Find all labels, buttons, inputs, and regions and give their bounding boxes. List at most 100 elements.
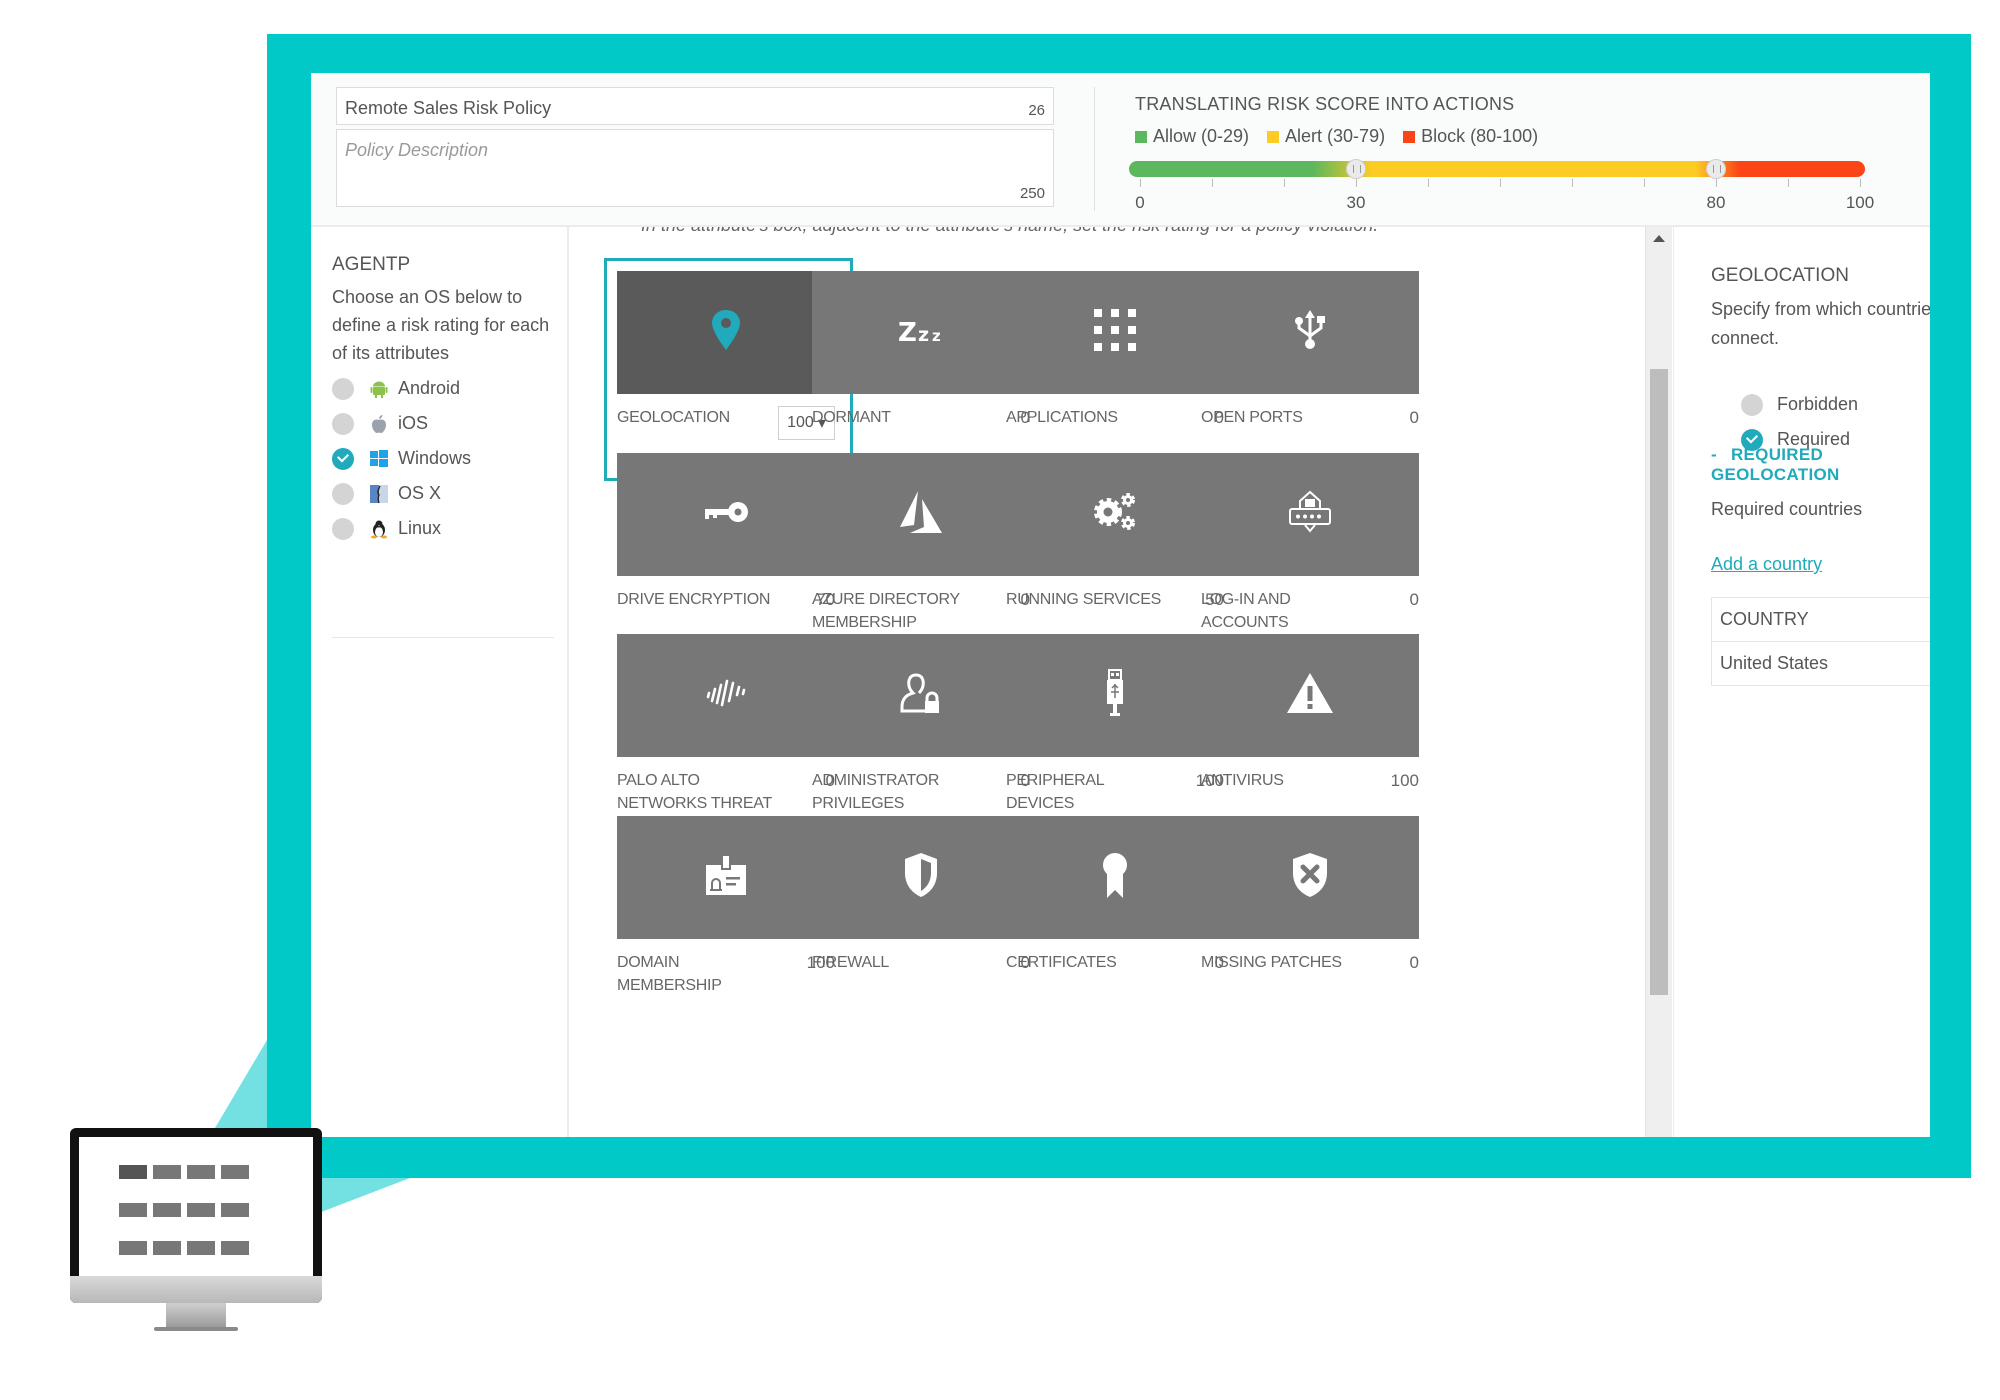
- radio-linux[interactable]: [332, 517, 354, 540]
- os-option-ios[interactable]: iOS: [332, 406, 471, 441]
- attribute-tile[interactable]: Zzz: [812, 271, 1030, 394]
- mini-tile: [119, 1203, 147, 1217]
- attribute-label: ADMINISTRATOR PRIVILEGES: [812, 772, 940, 812]
- radio-osx[interactable]: [332, 482, 354, 505]
- attribute-tile[interactable]: [1201, 271, 1419, 394]
- attribute-tile[interactable]: [1006, 453, 1224, 576]
- sleep-zzz-icon: Zzz: [896, 315, 946, 350]
- id-badge-icon: [702, 853, 750, 902]
- slider-tick-label: 30: [1346, 193, 1366, 212]
- attribute-label: FIREWALL: [812, 954, 890, 971]
- mini-tile: [153, 1203, 181, 1217]
- mini-tile: [187, 1203, 215, 1217]
- finder-icon: [368, 483, 390, 505]
- attribute-label: ANTIVIRUS: [1201, 772, 1284, 789]
- monitor-stand: [166, 1303, 226, 1328]
- os-label: Android: [398, 378, 461, 398]
- alert-threshold-handle[interactable]: [1346, 159, 1366, 179]
- os-option-android[interactable]: Android: [332, 371, 471, 406]
- attribute-tile[interactable]: [617, 271, 835, 394]
- apple-icon: [368, 413, 390, 435]
- mini-tile: [221, 1203, 249, 1217]
- risk-rating-value[interactable]: 100: [1369, 771, 1419, 791]
- attribute-tile[interactable]: [617, 634, 835, 757]
- attribute-tile[interactable]: [617, 816, 835, 939]
- attribute-tile[interactable]: [812, 816, 1030, 939]
- os-option-osx[interactable]: OS X: [332, 476, 471, 511]
- attribute-label: DORMANT: [812, 409, 891, 426]
- attribute-tile[interactable]: [812, 453, 1030, 576]
- option-forbidden[interactable]: Forbidden: [1741, 387, 1858, 422]
- monitor-screen: [79, 1137, 313, 1284]
- scrollbar-thumb[interactable]: [1650, 369, 1668, 995]
- sidebar-divider: [332, 637, 554, 638]
- os-option-linux[interactable]: Linux: [332, 511, 471, 546]
- warning-triangle-icon: [1285, 671, 1335, 720]
- attribute-tile[interactable]: [1201, 634, 1419, 757]
- attribute-label: APPLICATIONS: [1006, 409, 1118, 426]
- risk-rating-value[interactable]: 0: [1369, 590, 1419, 610]
- linux-tux-icon: [368, 518, 390, 540]
- radio-android[interactable]: [332, 377, 354, 400]
- slider-tick: [1212, 179, 1213, 187]
- os-label: OS X: [398, 483, 442, 503]
- required-countries-label: Required countries: [1711, 499, 1863, 519]
- legend-block-label: Block (80-100): [1421, 126, 1539, 146]
- attribute-tile[interactable]: [812, 634, 1030, 757]
- attribute-tile[interactable]: [617, 453, 835, 576]
- risk-slider-track[interactable]: [1129, 161, 1865, 177]
- mini-tile: [119, 1165, 147, 1179]
- scroll-up-arrow-icon[interactable]: [1653, 235, 1665, 242]
- policy-name-char-count: 26: [1028, 102, 1045, 119]
- attribute-tile[interactable]: [1006, 271, 1224, 394]
- slider-tick: [1284, 179, 1285, 187]
- usb-icon: [1292, 308, 1328, 357]
- slider-tick-label: 0: [1135, 193, 1145, 212]
- attribute-tile[interactable]: [1201, 453, 1419, 576]
- policy-description-placeholder: Policy Description: [345, 140, 489, 160]
- attribute-tile[interactable]: [1006, 634, 1224, 757]
- countries-table: COUNTRY United States: [1711, 597, 1930, 686]
- slider-tick: [1140, 179, 1141, 187]
- mini-tile: [153, 1165, 181, 1179]
- slider-tick-label: 80: [1706, 193, 1726, 212]
- radio-forbidden[interactable]: [1741, 393, 1763, 416]
- os-option-windows[interactable]: Windows: [332, 441, 471, 476]
- radio-ios[interactable]: [332, 412, 354, 435]
- login-password-icon: [1285, 488, 1335, 541]
- slider-tick: [1428, 179, 1429, 187]
- attribute-label: RUNNING SERVICES: [1006, 591, 1161, 608]
- section-title: REQUIRED GEOLOCATION: [1711, 445, 1840, 484]
- attribute-label: OPEN PORTS: [1201, 409, 1303, 426]
- policy-name-value: Remote Sales Risk Policy: [345, 98, 552, 118]
- legend-alert-label: Alert (30-79): [1285, 126, 1386, 146]
- block-threshold-handle[interactable]: [1706, 159, 1726, 179]
- add-country-link[interactable]: Add a country: [1711, 554, 1822, 575]
- attribute-details-panel: GEOLOCATION Specify from which countries…: [1673, 227, 1930, 1137]
- legend-alert: Alert (30-79): [1267, 126, 1385, 147]
- radio-windows[interactable]: [332, 447, 354, 470]
- table-row[interactable]: United States: [1712, 642, 1930, 685]
- required-geolocation-section-toggle[interactable]: - REQUIRED GEOLOCATION: [1711, 445, 1930, 485]
- shield-x-icon: [1289, 851, 1331, 904]
- gears-icon: [1090, 490, 1140, 539]
- attribute-tile[interactable]: [1201, 816, 1419, 939]
- risk-rating-value[interactable]: 0: [1369, 953, 1419, 973]
- risk-rating-value[interactable]: 0: [1369, 408, 1419, 428]
- slider-tick: [1860, 179, 1861, 187]
- policy-description-input[interactable]: Policy Description 250: [336, 129, 1054, 207]
- map-pin-icon: [709, 308, 743, 357]
- svg-text:z: z: [918, 324, 929, 345]
- policy-name-input[interactable]: Remote Sales Risk Policy 26: [336, 87, 1054, 125]
- attributes-area: In the attribute's box, adjacent to the …: [569, 227, 1619, 1137]
- policy-header: Remote Sales Risk Policy 26 Policy Descr…: [311, 73, 1930, 227]
- slider-tick: [1572, 179, 1573, 187]
- option-forbidden-label: Forbidden: [1777, 394, 1859, 414]
- policy-editor: Remote Sales Risk Policy 26 Policy Descr…: [311, 73, 1930, 1137]
- mini-tile: [221, 1241, 249, 1255]
- slider-tick: [1788, 179, 1789, 187]
- mini-tile: [153, 1241, 181, 1255]
- attribute-tile[interactable]: [1006, 816, 1224, 939]
- attribute-card-missing-patches[interactable]: MISSING PATCHES 0: [1201, 816, 1444, 1033]
- attributes-scrollbar[interactable]: [1645, 227, 1672, 1137]
